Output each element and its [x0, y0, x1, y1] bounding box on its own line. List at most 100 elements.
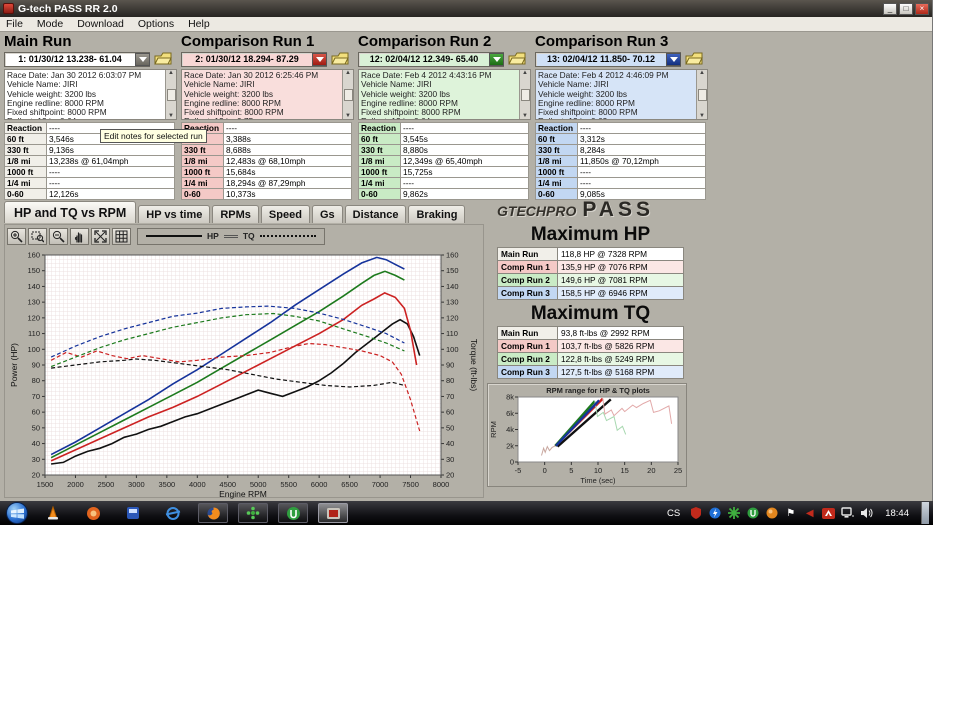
- tray-utorrent-icon[interactable]: [746, 507, 759, 520]
- internet-explorer-icon[interactable]: [158, 503, 188, 523]
- network-icon[interactable]: [841, 507, 854, 520]
- open-run-folder-button[interactable]: [153, 52, 173, 67]
- minimize-button[interactable]: _: [883, 3, 897, 15]
- gtech-taskbar-button[interactable]: [318, 503, 348, 523]
- action-center-flag-icon[interactable]: ⚑: [784, 507, 797, 520]
- tab-gs[interactable]: Gs: [312, 205, 343, 223]
- max-hp-value: 118,8 HP @ 7328 RPM: [558, 248, 684, 261]
- tab-hp-tq-vs-rpm[interactable]: HP and TQ vs RPM: [4, 201, 136, 223]
- media-player-icon[interactable]: [78, 503, 108, 523]
- zoom-region-icon: [31, 230, 44, 243]
- zoom-out-button[interactable]: [49, 228, 68, 245]
- svg-text:30: 30: [32, 455, 40, 464]
- tab-braking[interactable]: Braking: [408, 205, 465, 223]
- title-bar[interactable]: G-tech PASS RR 2.0 _ □ ×: [0, 0, 932, 17]
- run-select[interactable]: 12: 02/04/12 12.349- 65.40: [358, 52, 504, 67]
- svg-text:140: 140: [446, 282, 459, 291]
- svg-text:150: 150: [446, 266, 459, 275]
- show-desktop-button[interactable]: [921, 502, 929, 524]
- tray-blue-bolt-icon[interactable]: [708, 507, 721, 520]
- zoom-region-button[interactable]: [28, 228, 47, 245]
- maximize-button[interactable]: □: [899, 3, 913, 15]
- run-select[interactable]: 2: 01/30/12 18.294- 87.29: [181, 52, 327, 67]
- tray-green-star-icon[interactable]: [727, 507, 740, 520]
- ati-catalyst-icon[interactable]: [822, 507, 835, 520]
- run-select[interactable]: 13: 02/04/12 11.850- 70.12: [535, 52, 681, 67]
- run-stats-table: Reaction---- 60 ft3,312s 330 ft8,284s 1/…: [535, 122, 706, 200]
- logo-brand: GTECHPRO: [497, 203, 576, 219]
- svg-text:20: 20: [446, 471, 454, 480]
- pan-button[interactable]: [70, 228, 89, 245]
- info-line: Rollout: 12 in. 0.64sec: [7, 117, 163, 119]
- grid-toggle-button[interactable]: [112, 228, 131, 245]
- tray-red-shield-icon[interactable]: [689, 507, 702, 520]
- open-run-folder-button[interactable]: [330, 52, 350, 67]
- tab-rpms[interactable]: RPMs: [212, 205, 259, 223]
- firefox-icon[interactable]: [198, 503, 228, 523]
- grid-icon: [115, 230, 128, 243]
- stat-label: 1/4 mi: [5, 178, 47, 189]
- run-info-box[interactable]: Race Date: Jan 30 2012 6:25:46 PM Vehicl…: [181, 69, 354, 120]
- start-button[interactable]: [6, 502, 28, 524]
- stat-label: 1000 ft: [5, 167, 47, 178]
- rpm-range-chart[interactable]: RPM range for HP & TQ plots02k4k6k8k-505…: [487, 383, 687, 487]
- menu-options[interactable]: Options: [138, 18, 174, 30]
- volume-icon[interactable]: [860, 507, 873, 520]
- run-info-box[interactable]: Race Date: Feb 4 2012 4:43:16 PM Vehicle…: [358, 69, 531, 120]
- app-blue-icon[interactable]: [118, 503, 148, 523]
- menu-download[interactable]: Download: [77, 18, 124, 30]
- run-select-value: 13: 02/04/12 11.850- 70.12: [536, 53, 666, 66]
- stat-value: ----: [578, 167, 706, 178]
- svg-text:Time (sec): Time (sec): [580, 476, 616, 485]
- menu-mode[interactable]: Mode: [37, 18, 63, 30]
- quick-launch: [38, 503, 348, 523]
- language-indicator[interactable]: CS: [664, 508, 683, 519]
- scrollbar[interactable]: ▲▼: [342, 70, 353, 119]
- tab-speed[interactable]: Speed: [261, 205, 310, 223]
- panel-title: Comparison Run 2: [358, 33, 531, 50]
- stat-value: 3,388s: [224, 134, 352, 145]
- svg-text:50: 50: [446, 423, 454, 432]
- window-title: G-tech PASS RR 2.0: [18, 3, 883, 15]
- svg-text:2k: 2k: [506, 441, 514, 450]
- zoom-in-button[interactable]: [7, 228, 26, 245]
- hp-tq-legend: HP TQ: [137, 228, 325, 245]
- run-info-box[interactable]: Race Date: Jan 30 2012 6:03:07 PM Vehicl…: [4, 69, 177, 120]
- hp-tq-chart[interactable]: 2020303040405050606070708080909010010011…: [7, 247, 483, 504]
- fit-view-button[interactable]: [91, 228, 110, 245]
- app-green-icon[interactable]: [238, 503, 268, 523]
- chevron-down-icon[interactable]: [135, 53, 150, 66]
- stat-value: 11,850s @ 70,12mph: [578, 156, 706, 167]
- run-select[interactable]: 1: 01/30/12 13.238- 61.04: [4, 52, 150, 67]
- stat-label: 1/4 mi: [182, 178, 224, 189]
- stat-value: 12,483s @ 68,10mph: [224, 156, 352, 167]
- tab-distance[interactable]: Distance: [345, 205, 407, 223]
- stat-label: 1000 ft: [182, 167, 224, 178]
- max-hp-run-label: Comp Run 2: [498, 274, 558, 287]
- chevron-down-icon[interactable]: [489, 53, 504, 66]
- menu-file[interactable]: File: [6, 18, 23, 30]
- tab-hp-vs-time[interactable]: HP vs time: [138, 205, 210, 223]
- stat-label: 330 ft: [536, 145, 578, 156]
- stat-label: 1/8 mi: [359, 156, 401, 167]
- scrollbar[interactable]: ▲▼: [519, 70, 530, 119]
- tab-strip: HP and TQ vs RPM HP vs time RPMs Speed G…: [0, 201, 933, 223]
- taskbar-clock[interactable]: 18:44: [879, 508, 915, 519]
- open-run-folder-button[interactable]: [684, 52, 704, 67]
- vlc-icon[interactable]: [38, 503, 68, 523]
- chevron-down-icon[interactable]: [312, 53, 327, 66]
- run-select-value: 12: 02/04/12 12.349- 65.40: [359, 53, 489, 66]
- close-button[interactable]: ×: [915, 3, 929, 15]
- tray-orange-ball-icon[interactable]: [765, 507, 778, 520]
- run-info-box[interactable]: Race Date: Feb 4 2012 4:46:09 PM Vehicle…: [535, 69, 708, 120]
- tray-red-arrow-icon[interactable]: ◀: [803, 507, 816, 520]
- scrollbar[interactable]: ▲▼: [165, 70, 176, 119]
- windows-flag-icon: [11, 507, 24, 520]
- chevron-down-icon[interactable]: [666, 53, 681, 66]
- svg-text:90: 90: [446, 361, 454, 370]
- menu-help[interactable]: Help: [188, 18, 210, 30]
- utorrent-icon[interactable]: [278, 503, 308, 523]
- scrollbar[interactable]: ▲▼: [696, 70, 707, 119]
- stat-label: Reaction: [5, 123, 47, 134]
- open-run-folder-button[interactable]: [507, 52, 527, 67]
